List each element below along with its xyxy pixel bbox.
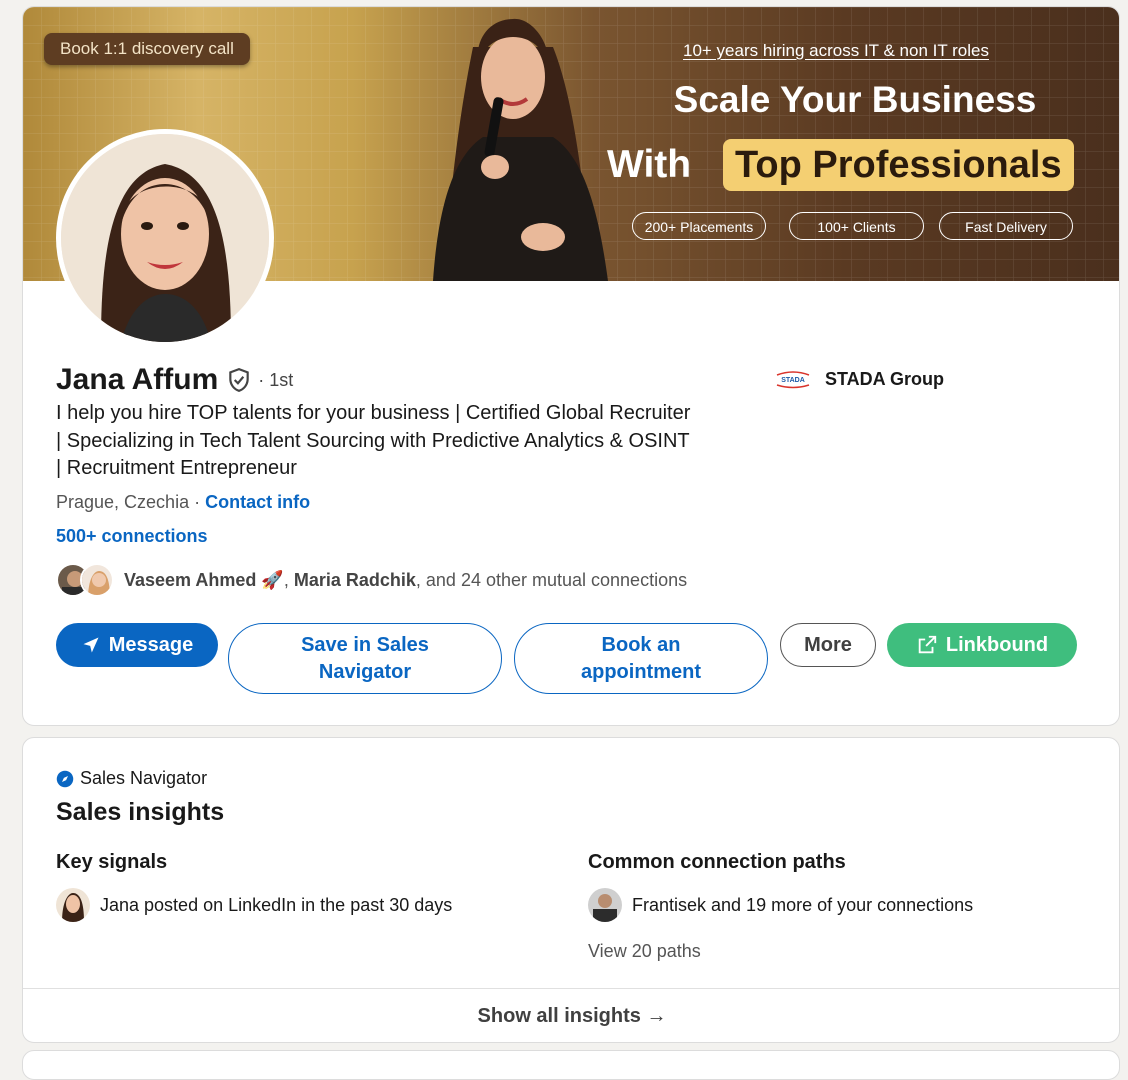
jana-mini-avatar: [56, 888, 90, 922]
banner-pill-delivery: Fast Delivery: [939, 212, 1073, 240]
stada-logo: STADA: [776, 371, 810, 389]
key-signal-text: Jana posted on LinkedIn in the past 30 d…: [100, 894, 453, 915]
sales-navigator-label: Sales Navigator: [80, 768, 208, 788]
compass-icon: [56, 770, 74, 787]
company-name: STADA Group: [825, 368, 944, 389]
next-section-card: [22, 1050, 1120, 1080]
sales-navigator-brand: Sales Navigator: [56, 768, 207, 789]
banner-headline-highlight: Top Professionals: [723, 139, 1074, 191]
verified-shield-icon[interactable]: [226, 367, 252, 393]
mutual-connections[interactable]: Vaseem Ahmed 🚀, Maria Radchik, and 24 ot…: [56, 563, 687, 597]
more-button[interactable]: More: [780, 623, 876, 667]
profile-card: Book 1:1 discovery call 10+ years hiring…: [22, 6, 1120, 726]
speaker-photo: [433, 18, 608, 281]
connection-paths-title: Common connection paths: [588, 851, 846, 873]
connections-link[interactable]: 500+ connections: [56, 526, 208, 547]
frantisek-mini-avatar: [588, 888, 622, 922]
profile-headline: I help you hire TOP talents for your bus…: [56, 402, 691, 479]
banner-pill-clients: 100+ Clients: [789, 212, 924, 240]
save-in-sales-navigator-button[interactable]: Save in Sales Navigator: [228, 623, 502, 694]
sales-insights-card: Sales Navigator Sales insights Key signa…: [22, 737, 1120, 1043]
mutual-name-1: Vaseem Ahmed: [124, 569, 257, 590]
mutual-name-2: Maria Radchik: [293, 569, 416, 590]
send-icon: [83, 637, 99, 653]
rocket-emoji: 🚀: [261, 569, 284, 590]
banner-headline: Scale Your Business: [673, 79, 1037, 120]
connection-path-text: Frantisek and 19 more of your connection…: [632, 894, 974, 915]
current-company[interactable]: STADA STADA Group: [773, 367, 944, 391]
connection-path-item: Frantisek and 19 more of your connection…: [588, 888, 973, 922]
profile-location: Prague, Czechia ·: [56, 492, 201, 512]
profile-name-row: Jana Affum · 1st: [56, 363, 293, 397]
more-button-label: More: [804, 633, 852, 656]
linkbound-button[interactable]: Linkbound: [887, 623, 1077, 667]
linkbound-button-label: Linkbound: [945, 633, 1049, 656]
mutual-rest: , and 24 other mutual connections: [415, 569, 688, 590]
banner-cta-badge: Book 1:1 discovery call: [44, 33, 250, 65]
message-button[interactable]: Message: [56, 623, 218, 667]
banner-pill-placements: 200+ Placements: [632, 212, 766, 240]
save-sales-nav-label: Save in Sales Navigator: [301, 633, 429, 683]
location-row: Prague, Czechia · Contact info: [56, 492, 310, 513]
message-button-label: Message: [108, 633, 194, 656]
stada-logo-text: STADA: [781, 377, 805, 384]
profile-avatar[interactable]: [56, 129, 274, 347]
key-signals-title: Key signals: [56, 851, 168, 873]
contact-info-link[interactable]: Contact info: [205, 492, 310, 512]
key-signal-item: Jana posted on LinkedIn in the past 30 d…: [56, 888, 452, 922]
profile-photo: [61, 134, 269, 342]
mutual-avatar-2: [80, 563, 114, 597]
show-all-insights-button[interactable]: Show all insights →: [23, 988, 1119, 1042]
sales-insights-title: Sales insights: [56, 798, 225, 826]
external-link-icon: [918, 635, 937, 654]
mutual-connections-text: Vaseem Ahmed 🚀, Maria Radchik, and 24 ot…: [124, 570, 687, 591]
connection-degree: · 1st: [258, 369, 294, 390]
book-appointment-button[interactable]: Book an appointment: [514, 623, 768, 694]
book-appointment-label: Book an appointment: [581, 633, 701, 683]
mutual-separator: ,: [283, 569, 294, 590]
banner-headline-with: With: [607, 143, 692, 186]
view-paths-link[interactable]: View 20 paths: [588, 941, 701, 962]
banner-tagline: 10+ years hiring across IT & non IT role…: [683, 41, 989, 60]
profile-name: Jana Affum: [56, 363, 219, 396]
